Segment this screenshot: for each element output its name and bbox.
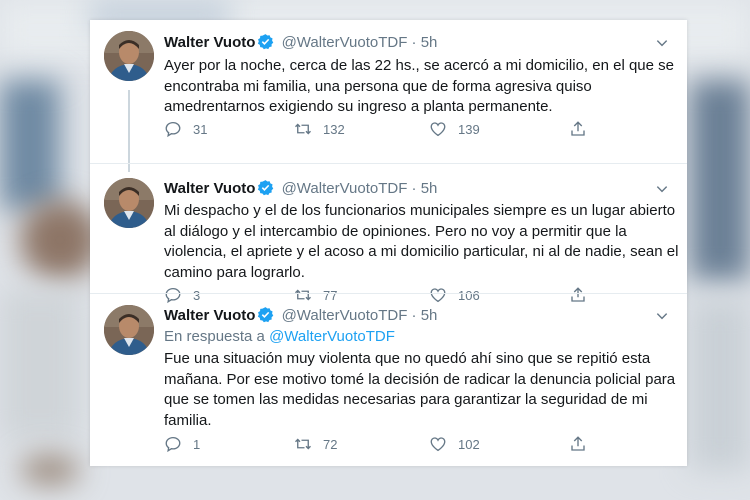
share-icon — [571, 121, 585, 136]
reply-to-handle-link[interactable]: @WalterVuotoTDF — [269, 328, 395, 345]
tweet-header: Walter Vuoto @WalterVuotoTDF · 5h — [164, 306, 437, 327]
reply-button[interactable]: 1 — [164, 434, 200, 454]
author-handle[interactable]: @WalterVuotoTDF — [282, 307, 408, 324]
retweet-icon — [295, 438, 311, 450]
author-handle[interactable]: @WalterVuotoTDF — [282, 34, 408, 51]
tweet-actions: 31 132 139 — [164, 119, 594, 139]
verified-badge-icon — [257, 306, 274, 327]
tweet-timestamp[interactable]: 5h — [421, 180, 438, 197]
tweet-actions: 1 72 102 — [164, 434, 594, 454]
verified-badge-icon — [257, 179, 274, 200]
retweet-icon — [295, 123, 311, 135]
like-button[interactable]: 139 — [429, 119, 480, 139]
share-button[interactable] — [569, 119, 587, 139]
tweet-header: Walter Vuoto @WalterVuotoTDF · 5h — [164, 179, 437, 200]
share-button[interactable] — [569, 434, 587, 454]
reply-count: 31 — [193, 121, 208, 137]
author-name[interactable]: Walter Vuoto — [164, 180, 255, 197]
tweet-text: Mi despacho y el de los funcionarios mun… — [164, 202, 679, 281]
author-handle[interactable]: @WalterVuotoTDF — [282, 180, 408, 197]
reply-button[interactable]: 31 — [164, 119, 207, 139]
author-name[interactable]: Walter Vuoto — [164, 307, 255, 324]
reply-context: En respuesta a @WalterVuotoTDF — [164, 328, 395, 345]
thread-connector-line — [128, 90, 130, 172]
avatar[interactable] — [104, 305, 154, 355]
separator-dot: · — [411, 34, 417, 51]
tweet[interactable]: Walter Vuoto @WalterVuotoTDF · 5h Mi des… — [90, 163, 687, 304]
tweet-timestamp[interactable]: 5h — [421, 34, 438, 51]
retweet-button[interactable]: 72 — [294, 434, 337, 454]
retweet-button[interactable]: 132 — [294, 119, 345, 139]
reply-count: 1 — [193, 436, 201, 452]
like-icon — [430, 122, 446, 137]
reply-icon — [165, 121, 181, 138]
tweet-timestamp[interactable]: 5h — [421, 307, 438, 324]
retweet-count: 132 — [323, 121, 345, 137]
verified-badge-icon — [257, 33, 274, 54]
tweet-header: Walter Vuoto @WalterVuotoTDF · 5h — [164, 33, 437, 54]
tweet-thread-card: Walter Vuoto @WalterVuotoTDF · 5h Ayer p… — [90, 20, 687, 466]
tweet-text: Ayer por la noche, cerca de las 22 hs., … — [164, 57, 674, 115]
reply-to-label: En respuesta a — [164, 328, 265, 345]
reply-icon — [165, 436, 181, 453]
avatar[interactable] — [104, 178, 154, 228]
like-count: 139 — [458, 121, 480, 137]
tweet[interactable]: Walter Vuoto @WalterVuotoTDF · 5h En res… — [90, 294, 687, 466]
like-icon — [430, 437, 446, 452]
avatar[interactable] — [104, 31, 154, 81]
tweet-text: Fue una situación muy violenta que no qu… — [164, 350, 676, 429]
separator-dot: · — [411, 180, 417, 197]
share-icon — [571, 436, 585, 451]
chevron-down-icon[interactable] — [655, 36, 669, 50]
like-button[interactable]: 102 — [429, 434, 480, 454]
chevron-down-icon[interactable] — [655, 309, 669, 323]
tweet[interactable]: Walter Vuoto @WalterVuotoTDF · 5h Ayer p… — [90, 20, 687, 172]
retweet-count: 72 — [323, 436, 338, 452]
chevron-down-icon[interactable] — [655, 182, 669, 196]
like-count: 102 — [458, 436, 480, 452]
author-name[interactable]: Walter Vuoto — [164, 34, 255, 51]
separator-dot: · — [411, 307, 417, 324]
